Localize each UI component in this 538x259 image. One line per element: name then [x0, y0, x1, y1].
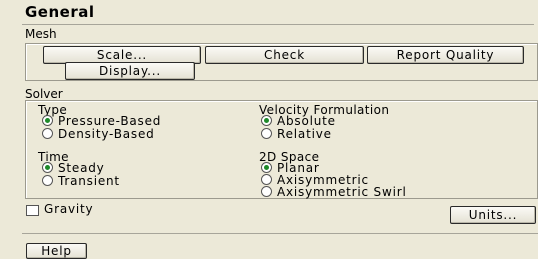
radio-selected-icon[interactable]: [42, 162, 53, 173]
radio-unselected-icon[interactable]: [261, 186, 272, 197]
radio-unselected-icon[interactable]: [261, 174, 272, 185]
check-button[interactable]: Check: [205, 46, 364, 64]
mesh-group-label: Mesh: [25, 27, 57, 41]
gravity-checkbox[interactable]: [26, 205, 39, 216]
panel-title: General: [25, 3, 95, 21]
units-button[interactable]: Units...: [450, 206, 536, 224]
solver-group-label: Solver: [25, 87, 63, 101]
radio-relative[interactable]: Relative: [261, 127, 332, 141]
radio-transient[interactable]: Transient: [42, 174, 120, 188]
radio-pressure-based[interactable]: Pressure-Based: [42, 114, 161, 128]
radio-density-based[interactable]: Density-Based: [42, 127, 155, 141]
radio-selected-icon[interactable]: [261, 162, 272, 173]
bottom-divider: [22, 233, 538, 234]
radio-steady[interactable]: Steady: [42, 161, 105, 175]
report-quality-button[interactable]: Report Quality: [367, 46, 524, 64]
gravity-label: Gravity: [44, 202, 94, 216]
radio-absolute[interactable]: Absolute: [261, 114, 336, 128]
display-button[interactable]: Display...: [65, 62, 195, 80]
radio-axisymmetric-swirl[interactable]: Axisymmetric Swirl: [261, 185, 407, 199]
radio-unselected-icon[interactable]: [42, 175, 53, 186]
radio-unselected-icon[interactable]: [42, 128, 53, 139]
radio-unselected-icon[interactable]: [261, 128, 272, 139]
radio-selected-icon[interactable]: [261, 115, 272, 126]
title-divider: [22, 24, 534, 25]
radio-selected-icon[interactable]: [42, 115, 53, 126]
